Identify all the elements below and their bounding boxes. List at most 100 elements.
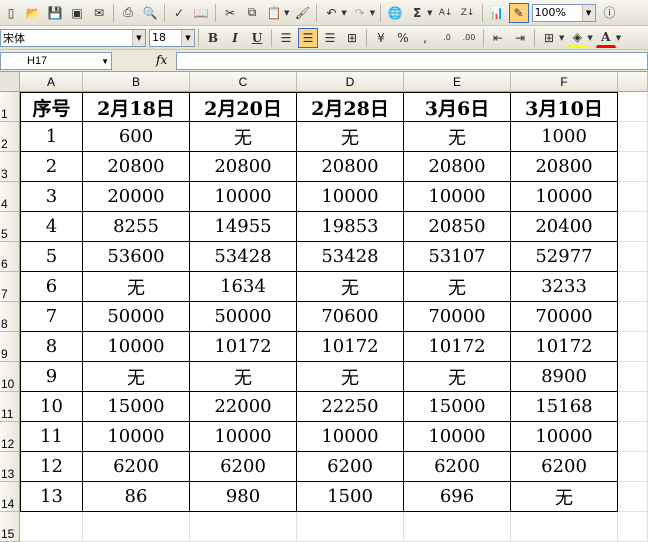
table-cell[interactable]: 13 (20, 482, 83, 512)
select-all-corner[interactable] (0, 72, 20, 92)
table-header-cell[interactable]: 2月18日 (83, 92, 190, 122)
table-cell[interactable]: 696 (404, 482, 511, 512)
table-cell[interactable]: 无 (297, 362, 404, 392)
sort-ascending-icon[interactable]: A↓ (436, 3, 456, 23)
copy-icon[interactable]: ⧉ (242, 3, 262, 23)
table-cell[interactable]: 1 (20, 122, 83, 152)
table-header-cell[interactable]: 2月28日 (297, 92, 404, 122)
empty-cell[interactable] (618, 482, 648, 512)
help-icon[interactable]: ⓘ (600, 3, 620, 23)
table-cell[interactable]: 10 (20, 392, 83, 422)
table-cell[interactable]: 15168 (511, 392, 618, 422)
table-cell[interactable]: 8 (20, 332, 83, 362)
chevron-down-icon[interactable]: ▼ (132, 29, 145, 46)
row-header-6[interactable]: 6 (0, 242, 20, 272)
empty-cell[interactable] (618, 362, 648, 392)
row-header-4[interactable]: 4 (0, 182, 20, 212)
empty-cell[interactable] (618, 452, 648, 482)
undo-icon[interactable]: ↶ (321, 3, 341, 23)
research-icon[interactable]: 📖 (191, 3, 211, 23)
table-cell[interactable]: 无 (404, 122, 511, 152)
row-header-1[interactable]: 1 (0, 92, 20, 122)
table-cell[interactable]: 20800 (404, 152, 511, 182)
table-cell[interactable]: 11 (20, 422, 83, 452)
table-cell[interactable]: 53428 (190, 242, 297, 272)
table-cell[interactable]: 86 (83, 482, 190, 512)
table-cell[interactable]: 6200 (83, 452, 190, 482)
redo-dropdown-icon[interactable]: ▼ (370, 9, 375, 17)
table-cell[interactable]: 5 (20, 242, 83, 272)
row-header-8[interactable]: 8 (0, 302, 20, 332)
empty-cell[interactable] (618, 122, 648, 152)
sort-descending-icon[interactable]: Z↓ (458, 3, 478, 23)
drawing-icon[interactable]: ✎ (508, 2, 529, 23)
row-header-14[interactable]: 14 (0, 482, 20, 512)
empty-cell[interactable] (618, 332, 648, 362)
table-cell[interactable]: 无 (297, 122, 404, 152)
empty-cell[interactable] (618, 392, 648, 422)
row-header-2[interactable]: 2 (0, 122, 20, 152)
table-cell[interactable]: 20000 (83, 182, 190, 212)
empty-cell[interactable] (618, 242, 648, 272)
empty-cell[interactable] (618, 272, 648, 302)
table-cell[interactable]: 无 (83, 272, 190, 302)
table-cell[interactable]: 50000 (190, 302, 297, 332)
empty-cell[interactable] (404, 512, 511, 542)
table-cell[interactable]: 22000 (190, 392, 297, 422)
undo-dropdown-icon[interactable]: ▼ (341, 9, 346, 17)
table-cell[interactable]: 6200 (511, 452, 618, 482)
empty-cell[interactable] (190, 512, 297, 542)
decrease-indent-icon[interactable]: ⇤ (488, 28, 508, 48)
table-header-cell[interactable]: 3月10日 (511, 92, 618, 122)
column-header-f[interactable]: F (511, 72, 618, 92)
table-cell[interactable]: 无 (190, 362, 297, 392)
column-header-g[interactable] (618, 72, 648, 92)
table-cell[interactable]: 10000 (297, 182, 404, 212)
row-header-3[interactable]: 3 (0, 152, 20, 182)
table-cell[interactable]: 12 (20, 452, 83, 482)
table-cell[interactable]: 10000 (511, 182, 618, 212)
permission-icon[interactable]: ▣ (67, 3, 87, 23)
new-icon[interactable]: ▯ (1, 3, 21, 23)
empty-cell[interactable] (618, 182, 648, 212)
table-cell[interactable]: 20400 (511, 212, 618, 242)
chevron-down-icon[interactable]: ▼ (581, 4, 595, 21)
column-header-d[interactable]: D (297, 72, 404, 92)
spelling-icon[interactable]: ✓ (169, 3, 189, 23)
email-icon[interactable]: ✉ (89, 3, 109, 23)
table-cell[interactable]: 10000 (404, 422, 511, 452)
table-cell[interactable]: 20800 (297, 152, 404, 182)
underline-icon[interactable]: U (247, 28, 267, 48)
table-cell[interactable]: 7 (20, 302, 83, 332)
table-cell[interactable]: 53600 (83, 242, 190, 272)
chevron-down-icon[interactable]: ▼ (101, 57, 109, 66)
table-cell[interactable]: 70000 (404, 302, 511, 332)
row-header-15[interactable]: 15 (0, 512, 20, 542)
table-cell[interactable]: 10172 (404, 332, 511, 362)
table-cell[interactable]: 6200 (190, 452, 297, 482)
table-cell[interactable]: 3233 (511, 272, 618, 302)
increase-indent-icon[interactable]: ⇥ (510, 28, 530, 48)
table-cell[interactable]: 980 (190, 482, 297, 512)
table-cell[interactable]: 6200 (297, 452, 404, 482)
table-cell[interactable]: 10000 (83, 332, 190, 362)
empty-cell[interactable] (618, 92, 648, 122)
column-header-c[interactable]: C (190, 72, 297, 92)
table-cell[interactable]: 20800 (83, 152, 190, 182)
zoom-select[interactable]: 100% ▼ (531, 3, 596, 22)
decrease-decimal-icon[interactable]: .00 (459, 28, 479, 48)
table-cell[interactable]: 无 (404, 272, 511, 302)
open-icon[interactable]: 📂 (23, 3, 43, 23)
fill-color-dropdown-icon[interactable]: ▼ (587, 34, 592, 42)
cut-icon[interactable]: ✂ (220, 3, 240, 23)
table-cell[interactable]: 15000 (83, 392, 190, 422)
table-cell[interactable]: 无 (511, 482, 618, 512)
table-cell[interactable]: 70600 (297, 302, 404, 332)
bold-icon[interactable]: B (203, 28, 223, 48)
table-cell[interactable]: 70000 (511, 302, 618, 332)
table-cell[interactable]: 8255 (83, 212, 190, 242)
font-name-select[interactable]: 宋体 ▼ (0, 28, 146, 47)
currency-icon[interactable]: ¥ (371, 28, 391, 48)
empty-cell[interactable] (618, 152, 648, 182)
table-header-cell[interactable]: 3月6日 (404, 92, 511, 122)
